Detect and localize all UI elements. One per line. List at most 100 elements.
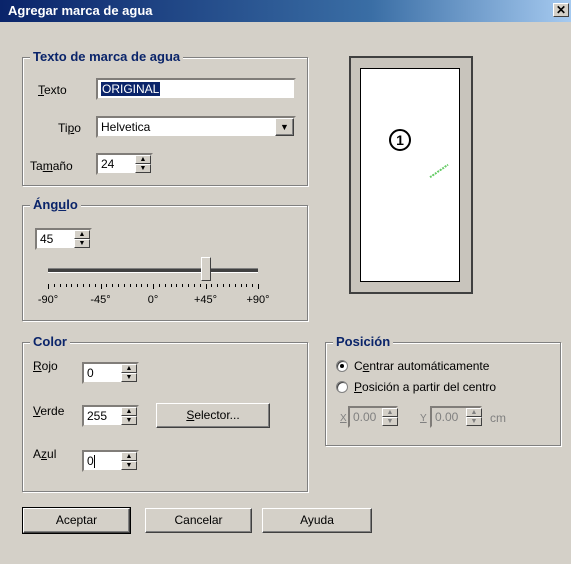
slider-tick [48,284,49,289]
chevron-down-icon: ▼ [280,122,289,132]
slider-tick [65,284,67,287]
slider-tick-label: 0° [147,294,159,306]
slider-tick [258,284,259,289]
verde-label: Verde [33,404,65,418]
rojo-value: 0 [87,366,94,380]
tamano-value: 24 [101,157,115,171]
tipo-label: Tipo [58,121,81,135]
slider-tick [59,284,61,287]
slider-tick [83,284,84,287]
slider-tick [176,284,178,287]
selector-button-label: elector... [194,408,240,422]
slider-tick [170,284,172,287]
angle-slider-track[interactable] [48,268,258,273]
angle-slider-ticks [48,284,259,289]
slider-tick [188,284,189,287]
slider-tick [129,284,131,287]
slider-tick [205,284,207,289]
verde-spin-up[interactable]: ▲ [121,407,137,416]
auto-center-radio[interactable] [336,360,348,372]
slider-tick [223,284,224,287]
x-spin-up[interactable]: ▲ [382,408,398,417]
azul-spin-up[interactable]: ▲ [121,452,137,461]
y-spin-down[interactable]: ▼ [466,417,482,426]
slider-tick [182,284,184,287]
y-value: 0.00 [435,410,459,424]
accept-button[interactable]: Aceptar [22,507,131,534]
angle-slider-thumb[interactable] [200,257,211,281]
help-button[interactable]: Ayuda [262,508,372,533]
slider-tick [123,284,125,287]
rojo-label: Rojo [33,359,58,373]
slider-tick [94,284,96,287]
auto-center-label[interactable]: Centrar automáticamente [354,358,489,374]
y-spin-up[interactable]: ▲ [466,408,482,417]
tamano-spin-up[interactable]: ▲ [135,155,151,164]
tipo-select[interactable]: Helvetica [96,116,296,138]
tipo-dropdown-button[interactable]: ▼ [275,118,294,136]
x-spin-down[interactable]: ▼ [382,417,398,426]
help-button-label: Ayuda [300,513,334,527]
page-preview [360,68,460,282]
accept-button-label: Aceptar [55,513,98,527]
slider-tick [147,284,149,287]
angle-spin-down[interactable]: ▼ [74,239,90,248]
cancel-button[interactable]: Cancelar [145,508,252,533]
window-title: Agregar marca de agua [8,3,153,18]
texto-label-rest: exto [44,83,67,97]
position-legend: Posición [333,335,394,349]
slider-tick-label: -45° [90,294,111,306]
texto-input[interactable]: ORIGINAL [96,78,296,100]
slider-tick [246,284,248,287]
unit-label: cm [490,411,506,425]
azul-label: Azul [33,447,57,461]
slider-tick [252,284,254,287]
angle-value: 45 [40,232,54,246]
slider-tick [199,284,201,287]
slider-tick [228,284,230,287]
watermark-text-legend: Texto de marca de agua [30,50,184,64]
slider-tick [100,284,102,289]
callout-number: 1 [396,132,404,148]
angle-spin-up[interactable]: ▲ [74,230,90,239]
tamano-label: Tamaño [30,159,73,173]
texto-input-value: ORIGINAL [101,82,161,96]
slider-tick [193,284,195,287]
tamano-spin-down[interactable]: ▼ [135,164,151,173]
angle-tick-labels: -90° -45° 0° +45° +90° [25,294,285,308]
x-label: X [340,413,347,424]
x-value: 0.00 [353,410,377,424]
angle-legend: Ángulo [30,198,81,212]
callout-badge: 1 [389,129,411,151]
title-bar: Agregar marca de agua [0,0,571,22]
slider-tick [153,284,154,289]
slider-tick [141,284,143,287]
rojo-spin-down[interactable]: ▼ [121,373,137,382]
slider-tick [106,284,108,287]
slider-tick [88,284,90,287]
verde-value: 255 [87,409,108,423]
slider-tick [71,284,73,287]
slider-tick [112,284,114,287]
slider-tick-label: +90° [246,294,270,306]
slider-tick [158,284,160,287]
selector-button[interactable]: Selector... [156,403,270,428]
verde-spin-down[interactable]: ▼ [121,416,137,425]
from-center-radio[interactable] [336,381,348,393]
slider-tick [77,284,79,287]
from-center-label[interactable]: Posición a partir del centro [354,379,496,395]
azul-spin-down[interactable]: ▼ [121,461,137,470]
cancel-button-label: Cancelar [174,513,223,527]
slider-tick [217,284,219,287]
rojo-spin-up[interactable]: ▲ [121,364,137,373]
slider-tick [53,284,55,287]
slider-tick [164,284,166,287]
tipo-select-value: Helvetica [101,120,151,134]
slider-tick [135,284,137,287]
slider-tick [211,284,213,287]
azul-value: 0 [87,454,94,468]
slider-tick [240,284,242,287]
close-button[interactable]: ✕ [553,3,569,17]
slider-tick-label: +45° [193,294,218,306]
slider-tick [118,284,119,287]
